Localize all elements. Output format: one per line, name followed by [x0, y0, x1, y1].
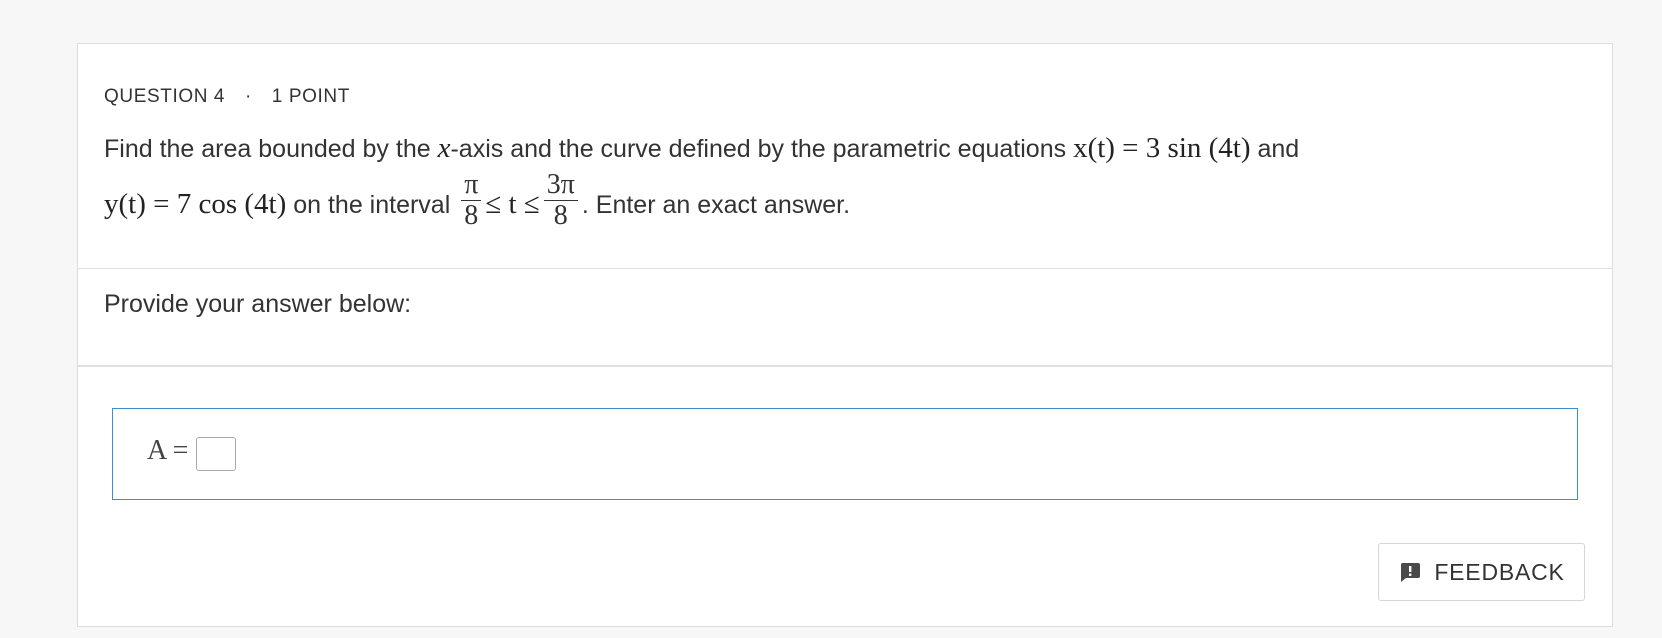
question-card: QUESTION 4 · 1 POINT Find the area bound… — [77, 43, 1613, 627]
equation-y: y(t) = 7 cos (4t) — [104, 188, 287, 221]
feedback-icon — [1398, 560, 1422, 584]
feedback-button[interactable]: FEEDBACK — [1378, 543, 1585, 601]
feedback-label: FEEDBACK — [1434, 558, 1565, 585]
answer-container: A = — [112, 408, 1578, 500]
question-text-part1: Find the area bounded by the — [104, 135, 438, 163]
interval-lower-fraction: π8 — [461, 170, 482, 231]
question-text-part5: . Enter an exact answer. — [581, 191, 851, 220]
answer-input[interactable] — [196, 437, 236, 471]
question-header: QUESTION 4 · 1 POINT — [104, 86, 350, 108]
question-points: 1 POINT — [271, 86, 350, 107]
answer-label: A = — [147, 435, 189, 466]
interval-inequality: ≤ t ≤ — [485, 188, 540, 221]
header-separator: · — [244, 86, 252, 107]
section-divider — [78, 268, 1612, 269]
x-axis-variable: x — [437, 132, 451, 164]
section-divider — [78, 365, 1612, 367]
equation-x: x(t) = 3 sin (4t) — [1073, 132, 1251, 164]
question-text-part4: on the interval — [286, 191, 458, 220]
interval-upper-fraction: 3π 8 — [543, 170, 578, 231]
question-text-part2: -axis and the curve defined by the param… — [450, 135, 1074, 163]
question-text-part3: and — [1250, 135, 1300, 163]
answer-prompt: Provide your answer below: — [104, 290, 412, 318]
question-number: QUESTION 4 — [104, 86, 226, 107]
